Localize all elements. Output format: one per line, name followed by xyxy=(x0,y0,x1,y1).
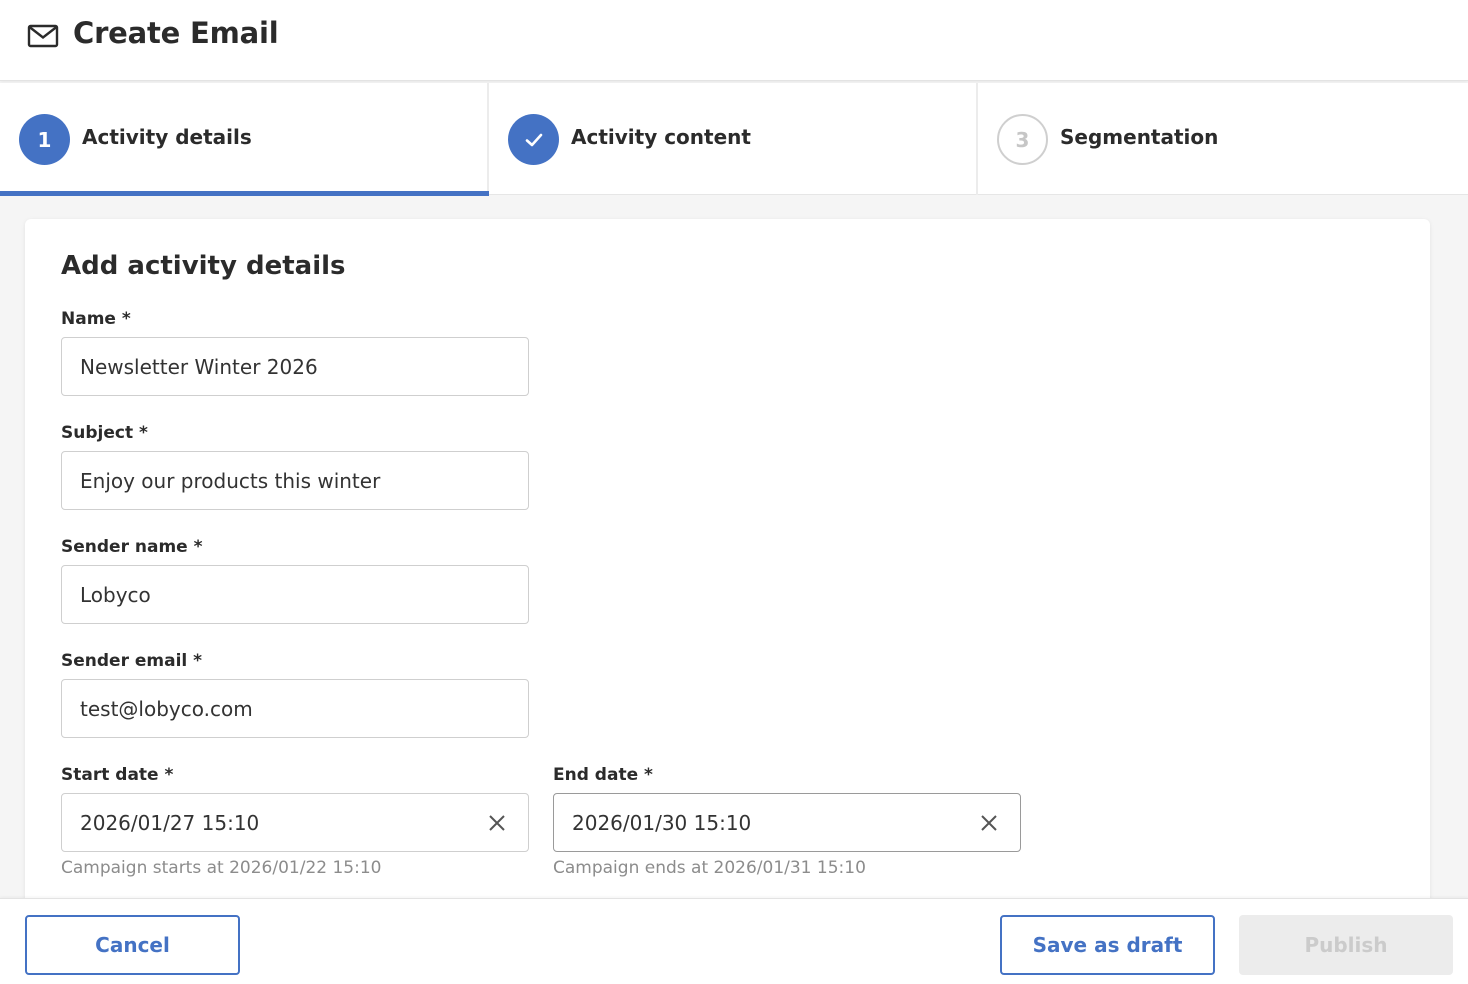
mail-icon xyxy=(27,24,59,48)
sender-name-field[interactable]: Lobyco xyxy=(61,565,529,624)
stepper: 1 Activity details Activity content 3 Se… xyxy=(0,83,1468,196)
checkmark-icon xyxy=(508,114,559,165)
step-number-badge: 1 xyxy=(19,114,70,165)
clear-icon[interactable] xyxy=(488,814,506,832)
step-label: Activity content xyxy=(571,125,751,149)
page-title: Create Email xyxy=(73,16,279,50)
card-title: Add activity details xyxy=(61,251,346,281)
step-label: Segmentation xyxy=(1060,125,1219,149)
name-label: Name * xyxy=(61,309,131,329)
clear-icon[interactable] xyxy=(980,814,998,832)
end-date-field[interactable]: 2026/01/30 15:10 xyxy=(553,793,1021,852)
cancel-button[interactable]: Cancel xyxy=(25,915,240,975)
activity-details-card: Add activity details Name * Newsletter W… xyxy=(25,219,1430,919)
subject-field[interactable]: Enjoy our products this winter xyxy=(61,451,529,510)
step-activity-details[interactable]: 1 Activity details xyxy=(0,83,489,196)
end-date-hint: Campaign ends at 2026/01/31 15:10 xyxy=(553,858,866,878)
sender-name-label: Sender name * xyxy=(61,537,203,557)
action-footer: Cancel Save as draft Publish xyxy=(0,898,1468,984)
publish-button[interactable]: Publish xyxy=(1239,915,1453,975)
step-label: Activity details xyxy=(82,125,252,149)
sender-email-label: Sender email * xyxy=(61,651,203,671)
page-header: Create Email xyxy=(0,0,1468,81)
sender-email-field[interactable]: test@lobyco.com xyxy=(61,679,529,738)
step-activity-content[interactable]: Activity content xyxy=(489,83,978,195)
name-field[interactable]: Newsletter Winter 2026 xyxy=(61,337,529,396)
step-number-badge: 3 xyxy=(997,114,1048,165)
start-date-value: 2026/01/27 15:10 xyxy=(80,810,260,835)
step-segmentation[interactable]: 3 Segmentation xyxy=(978,83,1468,195)
start-date-label: Start date * xyxy=(61,765,174,785)
start-date-hint: Campaign starts at 2026/01/22 15:10 xyxy=(61,858,382,878)
start-date-field[interactable]: 2026/01/27 15:10 xyxy=(61,793,529,852)
save-draft-button[interactable]: Save as draft xyxy=(1000,915,1215,975)
subject-label: Subject * xyxy=(61,423,148,443)
end-date-value: 2026/01/30 15:10 xyxy=(572,810,752,835)
end-date-label: End date * xyxy=(553,765,653,785)
